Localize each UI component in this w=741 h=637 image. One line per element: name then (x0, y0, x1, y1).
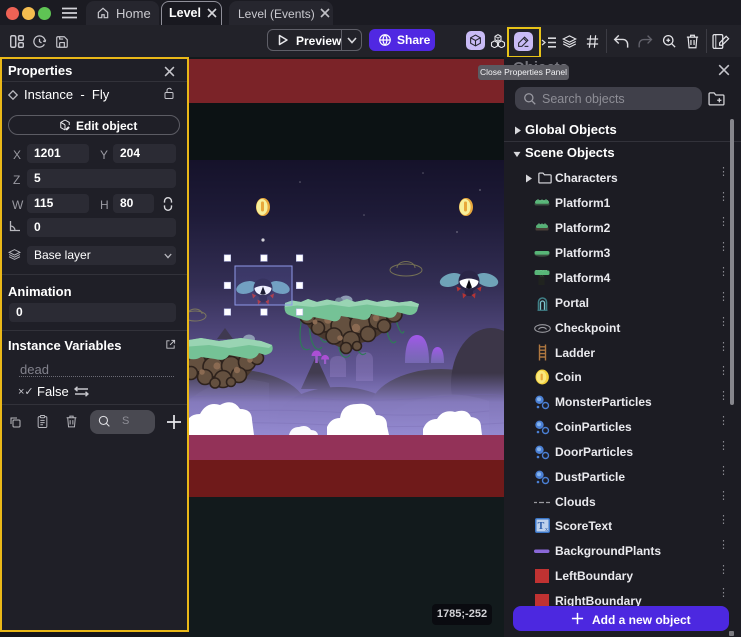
svg-text:T: T (538, 521, 545, 532)
svg-text:x: x (545, 527, 548, 533)
